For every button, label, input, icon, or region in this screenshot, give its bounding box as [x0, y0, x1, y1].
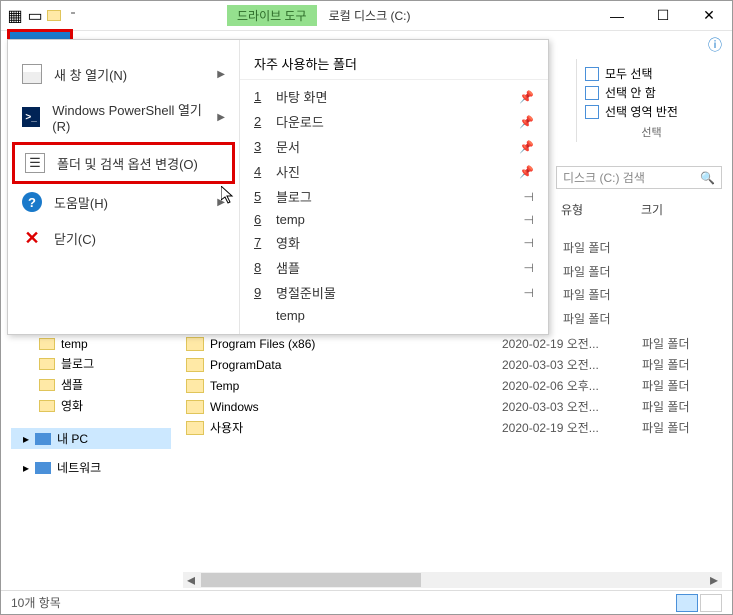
type-cell: 파일 폴더 — [563, 310, 611, 334]
column-headers[interactable]: 유형 크기 — [561, 201, 722, 218]
item-count: 10개 항목 — [11, 594, 61, 611]
file-row[interactable]: Temp2020-02-06 오후...파일 폴더 — [186, 375, 722, 396]
menu-new-window[interactable]: 새 창 열기(N) ▶ — [12, 56, 235, 92]
folder-icon — [186, 421, 204, 435]
select-all-button[interactable]: 모두 선택 — [585, 65, 718, 82]
pin-icon[interactable]: ⊣ — [524, 286, 534, 300]
pin-icon[interactable]: ⊣ — [524, 261, 534, 275]
frequent-folder-item[interactable]: 1바탕 화면📌 — [240, 84, 548, 109]
frequent-folder-item[interactable]: 3문서📌 — [240, 134, 548, 159]
view-icons-button[interactable] — [700, 594, 722, 612]
maximize-button[interactable]: ☐ — [640, 1, 686, 31]
type-cell: 파일 폴더 — [563, 286, 611, 310]
frequent-folder-item[interactable]: 2다운로드📌 — [240, 109, 548, 134]
tree-folder[interactable]: 영화 — [11, 395, 171, 416]
select-none-icon — [585, 86, 599, 100]
frequent-folder-item[interactable]: 8샘플⊣ — [240, 255, 548, 280]
search-icon: 🔍 — [700, 171, 715, 185]
folder-icon — [186, 337, 204, 351]
frequent-folder-item[interactable]: 6temp⊣ — [240, 209, 548, 230]
pin-icon[interactable]: ⊣ — [524, 236, 534, 250]
qat-properties-icon[interactable]: ▭ — [27, 8, 43, 24]
frequent-folder-item[interactable]: temp — [240, 305, 548, 326]
select-none-button[interactable]: 선택 안 함 — [585, 84, 718, 101]
frequent-folder-item[interactable]: 4사진📌 — [240, 159, 548, 184]
folder-icon — [39, 358, 55, 370]
cursor-icon — [221, 186, 237, 206]
file-menu: 새 창 열기(N) ▶ >_ Windows PowerShell 열기(R) … — [7, 39, 549, 335]
quick-access-toolbar: ▦ ▭ ⁼ — [1, 8, 87, 24]
qat-dropdown-icon[interactable]: ⁼ — [65, 8, 81, 24]
file-list: Program Files (x86)2020-02-19 오전...파일 폴더… — [186, 333, 722, 438]
file-row[interactable]: 사용자2020-02-19 오전...파일 폴더 — [186, 417, 722, 438]
col-type[interactable]: 유형 — [561, 201, 641, 218]
frequent-folder-item[interactable]: 7영화⊣ — [240, 230, 548, 255]
minimize-button[interactable]: — — [594, 1, 640, 31]
file-row[interactable]: Program Files (x86)2020-02-19 오전...파일 폴더 — [186, 333, 722, 354]
search-box[interactable]: 디스크 (C:) 검색 🔍 — [556, 166, 722, 189]
horizontal-scrollbar[interactable]: ◂ ▸ — [183, 572, 722, 588]
menu-powershell[interactable]: >_ Windows PowerShell 열기(R) ▶ — [12, 92, 235, 142]
folder-icon — [186, 379, 204, 393]
tree-folder[interactable]: 블로그 — [11, 353, 171, 374]
frequent-folder-item[interactable]: 5블로그⊣ — [240, 184, 548, 209]
drive-tools-tab[interactable]: 드라이브 도구 — [227, 5, 317, 26]
pin-icon[interactable]: 📌 — [519, 140, 534, 154]
type-column-values: 파일 폴더파일 폴더파일 폴더파일 폴더 — [563, 239, 611, 333]
scroll-thumb[interactable] — [201, 573, 421, 587]
folder-icon — [39, 379, 55, 391]
pin-icon[interactable]: 📌 — [519, 90, 534, 104]
powershell-icon: >_ — [22, 107, 40, 127]
ribbon-select-group: 모두 선택 선택 안 함 선택 영역 반전 선택 — [576, 59, 726, 142]
tree-network[interactable]: ▸ 네트워크 — [11, 457, 171, 478]
pin-icon[interactable]: ⊣ — [524, 190, 534, 204]
frequent-folder-item[interactable]: 9명절준비물⊣ — [240, 280, 548, 305]
app-icon: ▦ — [7, 8, 23, 24]
pin-icon[interactable]: ⊣ — [524, 213, 534, 227]
menu-folder-options[interactable]: ☰ 폴더 및 검색 옵션 변경(O) — [12, 142, 235, 184]
submenu-arrow-icon: ▶ — [217, 112, 225, 123]
status-bar: 10개 항목 — [1, 590, 732, 614]
close-window-button[interactable]: ✕ — [686, 1, 732, 31]
network-icon — [35, 462, 51, 474]
title-bar: ▦ ▭ ⁼ 드라이브 도구 로컬 디스크 (C:) — ☐ ✕ — [1, 1, 732, 31]
submenu-arrow-icon: ▶ — [217, 69, 225, 80]
search-placeholder: 디스크 (C:) 검색 — [563, 169, 645, 186]
view-details-button[interactable] — [676, 594, 698, 612]
invert-selection-icon — [585, 105, 599, 119]
scroll-right-icon[interactable]: ▸ — [706, 572, 722, 588]
folder-icon — [186, 400, 204, 414]
type-cell: 파일 폴더 — [563, 239, 611, 263]
col-size[interactable]: 크기 — [641, 201, 663, 218]
pin-icon[interactable]: 📌 — [519, 165, 534, 179]
folder-icon — [39, 338, 55, 350]
invert-selection-button[interactable]: 선택 영역 반전 — [585, 103, 718, 120]
pin-icon[interactable]: 📌 — [519, 115, 534, 129]
options-icon: ☰ — [25, 153, 45, 173]
tree-this-pc[interactable]: ▸ 내 PC — [11, 428, 171, 449]
qat-folder-icon[interactable] — [47, 10, 61, 21]
select-all-icon — [585, 67, 599, 81]
menu-close[interactable]: ✕ 닫기(C) — [12, 220, 235, 256]
close-x-icon: ✕ — [22, 228, 42, 248]
folder-icon — [186, 358, 204, 372]
tree-folder[interactable]: 샘플 — [11, 374, 171, 395]
help-icon[interactable]: ⓘ — [708, 35, 722, 55]
ribbon-group-label: 선택 — [585, 124, 718, 140]
file-row[interactable]: ProgramData2020-03-03 오전...파일 폴더 — [186, 354, 722, 375]
pc-icon — [35, 433, 51, 445]
tree-folder[interactable]: temp — [11, 335, 171, 353]
type-cell: 파일 폴더 — [563, 263, 611, 287]
nav-tree: temp블로그샘플영화 ▸ 내 PC ▸ 네트워크 — [11, 335, 171, 478]
scroll-left-icon[interactable]: ◂ — [183, 572, 199, 588]
help-circle-icon: ? — [22, 192, 42, 212]
file-row[interactable]: Windows2020-03-03 오전...파일 폴더 — [186, 396, 722, 417]
window-title: 로컬 디스크 (C:) — [329, 7, 411, 24]
frequent-folders-header: 자주 사용하는 폴더 — [240, 48, 548, 80]
new-window-icon — [22, 64, 42, 84]
folder-icon — [39, 400, 55, 412]
menu-help[interactable]: ? 도움말(H) ▶ — [12, 184, 235, 220]
